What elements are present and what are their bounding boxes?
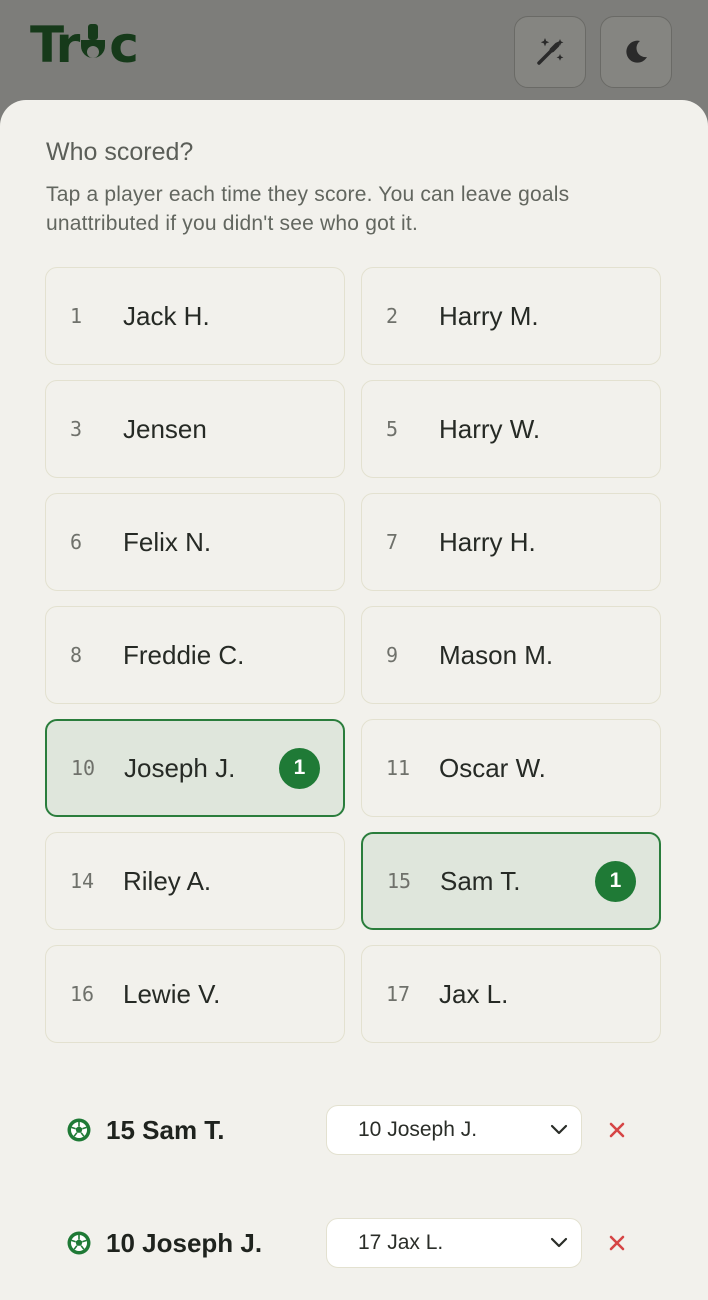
app-logo: Tr c bbox=[30, 16, 139, 74]
player-name: Harry H. bbox=[439, 526, 536, 557]
soccer-ball-icon bbox=[67, 1231, 91, 1255]
goal-count-badge: 1 bbox=[595, 860, 636, 902]
player-number: 9 bbox=[386, 643, 399, 667]
player-name: Sam T. bbox=[440, 865, 521, 896]
soccer-ball-icon bbox=[67, 1118, 91, 1142]
player-number: 14 bbox=[70, 869, 95, 893]
remove-goal-button[interactable] bbox=[606, 1119, 628, 1141]
player-name: Riley A. bbox=[123, 865, 212, 896]
player-name: Jensen bbox=[123, 413, 207, 444]
goal-entry-row: 10 Joseph J. 17 Jax L. bbox=[66, 1218, 666, 1268]
player-button[interactable]: 9 Mason M. bbox=[361, 606, 661, 704]
player-name: Lewie V. bbox=[123, 978, 221, 1009]
player-button[interactable]: 2 Harry M. bbox=[361, 267, 661, 365]
player-name: Jax L. bbox=[439, 978, 509, 1009]
remove-goal-button[interactable] bbox=[606, 1232, 628, 1254]
whistle-icon bbox=[81, 24, 106, 58]
magic-wand-icon bbox=[537, 38, 564, 65]
goal-scorer-label: 10 Joseph J. bbox=[106, 1228, 263, 1258]
sheet-description: Tap a player each time they score. You c… bbox=[46, 183, 570, 235]
player-number: 1 bbox=[70, 304, 83, 328]
player-name: Jack H. bbox=[123, 300, 210, 331]
player-button-selected[interactable]: 15 Sam T. 1 bbox=[361, 832, 661, 930]
magic-button[interactable] bbox=[514, 16, 586, 88]
player-number: 7 bbox=[386, 530, 399, 554]
goal-entry-row: 15 Sam T. 10 Joseph J. bbox=[66, 1105, 666, 1155]
player-grid: 1 Jack H. 2 Harry M. 3 Jensen 5 Harry W.… bbox=[45, 267, 661, 1043]
who-scored-sheet: Who scored? Tap a player each time they … bbox=[0, 100, 708, 1300]
theme-toggle-button[interactable] bbox=[600, 16, 672, 88]
player-number: 17 bbox=[386, 982, 411, 1006]
player-button[interactable]: 16 Lewie V. bbox=[45, 945, 345, 1043]
goal-count-badge: 1 bbox=[279, 747, 320, 789]
player-button[interactable]: 1 Jack H. bbox=[45, 267, 345, 365]
player-number: 5 bbox=[386, 417, 399, 441]
player-name: Harry W. bbox=[439, 413, 541, 444]
chevron-down-icon bbox=[550, 1237, 568, 1248]
player-number: 16 bbox=[70, 982, 95, 1006]
player-number: 2 bbox=[386, 304, 399, 328]
player-name: Felix N. bbox=[123, 526, 212, 557]
player-button[interactable]: 17 Jax L. bbox=[361, 945, 661, 1043]
sheet-title: Who scored? bbox=[46, 138, 194, 166]
player-button[interactable]: 14 Riley A. bbox=[45, 832, 345, 930]
player-button[interactable]: 8 Freddie C. bbox=[45, 606, 345, 704]
player-name: Oscar W. bbox=[439, 752, 546, 783]
player-button[interactable]: 5 Harry W. bbox=[361, 380, 661, 478]
player-button[interactable]: 3 Jensen bbox=[45, 380, 345, 478]
assist-select[interactable]: 10 Joseph J. bbox=[326, 1105, 582, 1155]
player-number: 3 bbox=[70, 417, 83, 441]
player-number: 8 bbox=[70, 643, 83, 667]
player-number: 15 bbox=[387, 869, 412, 893]
top-bar: Tr c bbox=[0, 0, 708, 110]
player-button-selected[interactable]: 10 Joseph J. 1 bbox=[45, 719, 345, 817]
assist-select-value: 17 Jax L. bbox=[358, 1231, 444, 1254]
player-name: Joseph J. bbox=[124, 752, 236, 783]
player-number: 11 bbox=[386, 756, 411, 780]
player-button[interactable]: 6 Felix N. bbox=[45, 493, 345, 591]
player-button[interactable]: 11 Oscar W. bbox=[361, 719, 661, 817]
logo-text-right: c bbox=[109, 16, 139, 74]
player-name: Freddie C. bbox=[123, 639, 245, 670]
player-number: 6 bbox=[70, 530, 83, 554]
chevron-down-icon bbox=[550, 1124, 568, 1135]
player-name: Mason M. bbox=[439, 639, 554, 670]
goal-scorer-label: 15 Sam T. bbox=[106, 1115, 225, 1145]
logo-text-left: Tr bbox=[30, 16, 80, 74]
player-button[interactable]: 7 Harry H. bbox=[361, 493, 661, 591]
assist-select[interactable]: 17 Jax L. bbox=[326, 1218, 582, 1268]
player-name: Harry M. bbox=[439, 300, 539, 331]
assist-select-value: 10 Joseph J. bbox=[358, 1118, 478, 1141]
moon-icon bbox=[626, 40, 647, 63]
player-number: 10 bbox=[71, 756, 96, 780]
